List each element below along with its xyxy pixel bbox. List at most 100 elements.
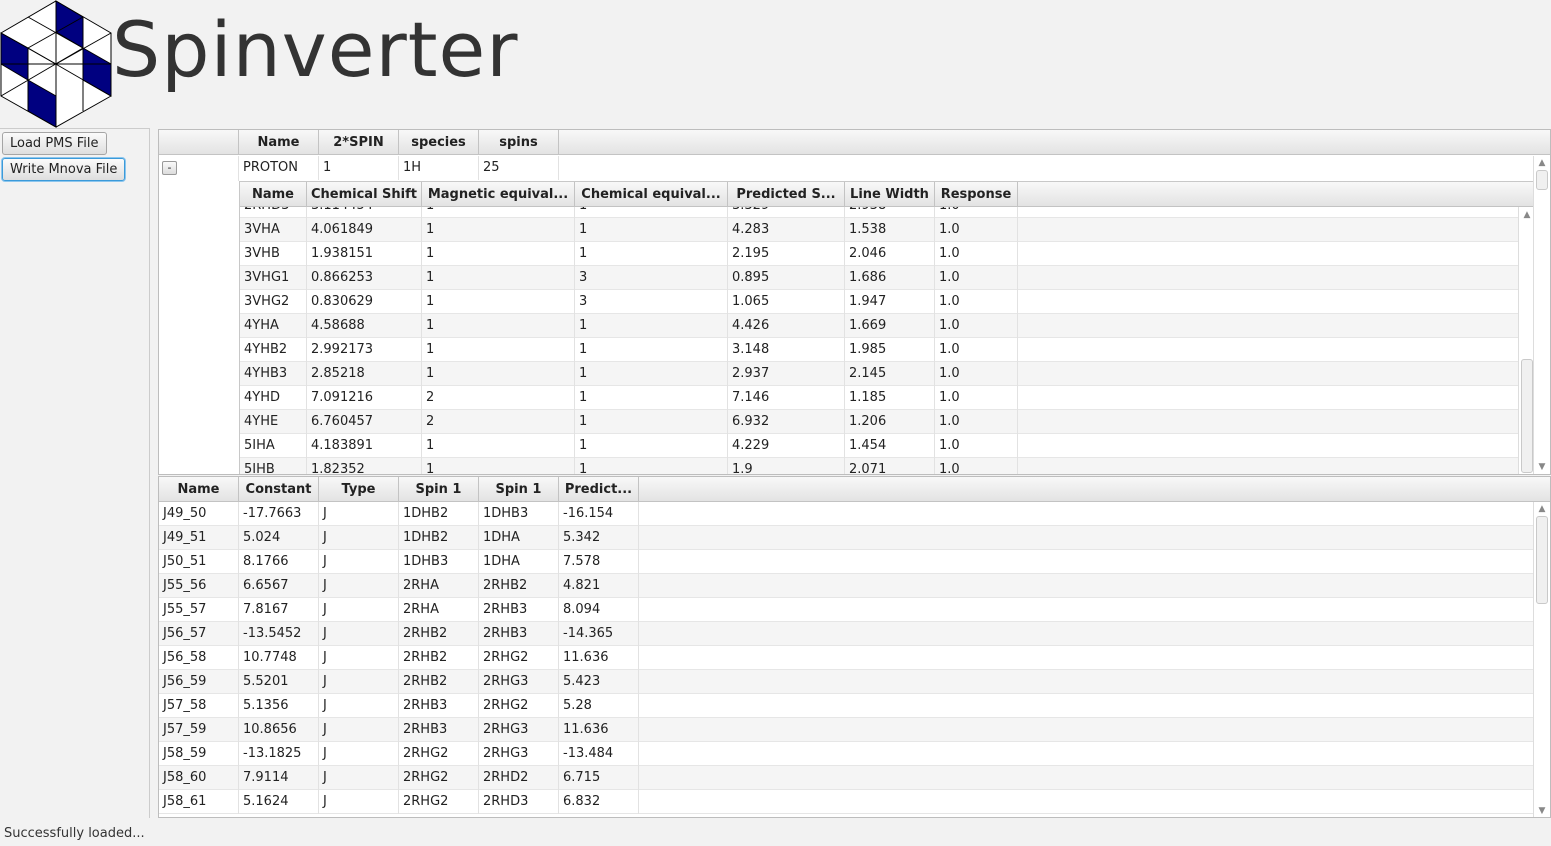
couplings-scroll-thumb[interactable] [1536, 516, 1548, 604]
coupling-row[interactable]: J56_57 -13.5452 J 2RHB2 2RHB3 -14.365 [159, 622, 1533, 646]
table-cell: 1DHB3 [399, 550, 479, 574]
table-cell: 5.28 [559, 694, 639, 718]
table-cell: 2RHB3 [399, 718, 479, 742]
scroll-up-arrow-icon[interactable]: ▲ [1534, 503, 1550, 515]
column-header-predicted[interactable]: Predict... [559, 477, 639, 502]
table-cell: 4.58688 [307, 314, 422, 338]
table-cell: 3 [575, 290, 728, 314]
coupling-row[interactable]: J57_58 5.1356 J 2RHB3 2RHG2 5.28 [159, 694, 1533, 718]
left-panel: Load PMS File Write Mnova File [0, 128, 150, 818]
coupling-row[interactable]: J58_59 -13.1825 J 2RHG2 2RHG3 -13.484 [159, 742, 1533, 766]
table-cell: 1.938151 [307, 242, 422, 266]
coupling-row[interactable]: J58_60 7.9114 J 2RHG2 2RHD2 6.715 [159, 766, 1533, 790]
column-header-chemical-shift[interactable]: Chemical Shift [307, 182, 422, 207]
table-cell: 5IHB [240, 458, 307, 474]
species-table: Name 2*SPIN species spins - PROTON 1 1H … [158, 129, 1551, 475]
couplings-table-body[interactable]: J49_50 -17.7663 J 1DHB2 1DHB3 -16.154 J49_51 5.… [159, 502, 1533, 817]
table-cell: 1.0 [935, 266, 1018, 290]
column-header-predicted-shift[interactable]: Predicted S... [728, 182, 845, 207]
column-header-spin-b[interactable]: Spin 1 [479, 477, 559, 502]
spin-row[interactable]: 5IHA 4.183891 1 1 4.229 1.454 1.0 [240, 434, 1518, 458]
column-header-line-width[interactable]: Line Width [845, 182, 935, 207]
table-cell: 4YHB2 [240, 338, 307, 362]
table-cell: J [319, 598, 399, 622]
table-cell: 5.423 [559, 670, 639, 694]
table-cell: 1.9 [728, 458, 845, 474]
spin-row[interactable]: 4YHB2 2.992173 1 1 3.148 1.985 1.0 [240, 338, 1518, 362]
spins-table-body[interactable]: 2RHD33.114454113.3292.9381.03VHA4.061849… [240, 207, 1518, 474]
status-bar: Successfully loaded... [4, 826, 145, 841]
spin-row[interactable]: 3VHG1 0.866253 1 3 0.895 1.686 1.0 [240, 266, 1518, 290]
table-cell: 3.148 [728, 338, 845, 362]
spin-row[interactable]: 4YHA 4.58688 1 1 4.426 1.669 1.0 [240, 314, 1518, 338]
table-cell: 5.342 [559, 526, 639, 550]
table-cell: J [319, 766, 399, 790]
table-cell: 0.830629 [307, 290, 422, 314]
table-cell: 1 [575, 314, 728, 338]
spin-row[interactable]: 4YHB3 2.85218 1 1 2.937 2.145 1.0 [240, 362, 1518, 386]
column-header-magnetic-equivalence[interactable]: Magnetic equival... [422, 182, 575, 207]
column-header-name[interactable]: Name [239, 130, 319, 155]
table-cell: 6.832 [559, 790, 639, 814]
table-cell: 1 [575, 410, 728, 434]
table-cell: 2RHA [399, 598, 479, 622]
coupling-row[interactable]: J50_51 8.1766 J 1DHB3 1DHA 7.578 [159, 550, 1533, 574]
table-cell: 2RHB2 [479, 574, 559, 598]
coupling-row[interactable]: J49_51 5.024 J 1DHB2 1DHA 5.342 [159, 526, 1533, 550]
table-cell: 2.195 [728, 242, 845, 266]
table-cell: 1 [575, 386, 728, 410]
couplings-table-scrollbar[interactable]: ▲ ▼ [1533, 502, 1550, 817]
table-cell: J58_60 [159, 766, 239, 790]
column-header-name[interactable]: Name [240, 182, 307, 207]
column-header-chemical-equivalence[interactable]: Chemical equival... [575, 182, 728, 207]
coupling-row[interactable]: J57_59 10.8656 J 2RHB3 2RHG3 11.636 [159, 718, 1533, 742]
species-row[interactable]: - PROTON 1 1H 25 [159, 156, 1535, 181]
table-cell: 1DHB3 [479, 502, 559, 526]
spin-row[interactable]: 4YHE 6.760457 2 1 6.932 1.206 1.0 [240, 410, 1518, 434]
species-scroll-thumb[interactable] [1536, 170, 1548, 190]
column-header-spins[interactable]: spins [479, 130, 559, 155]
vertical-splitter[interactable] [150, 128, 158, 818]
table-cell: J [319, 574, 399, 598]
coupling-row[interactable]: J56_59 5.5201 J 2RHB2 2RHG3 5.423 [159, 670, 1533, 694]
table-cell: 4YHB3 [240, 362, 307, 386]
spin-row[interactable]: 4YHD 7.091216 2 1 7.146 1.185 1.0 [240, 386, 1518, 410]
table-cell: 3.114454 [307, 207, 422, 218]
table-cell: J57_59 [159, 718, 239, 742]
column-header-constant[interactable]: Constant [239, 477, 319, 502]
spin-row[interactable]: 3VHA 4.061849 1 1 4.283 1.538 1.0 [240, 218, 1518, 242]
scroll-down-arrow-icon[interactable]: ▼ [1534, 805, 1550, 817]
collapse-toggle-button[interactable]: - [162, 161, 177, 175]
couplings-table-header: Name Constant Type Spin 1 Spin 1 Predict… [159, 477, 1550, 502]
spin-row[interactable]: 2RHD33.114454113.3292.9381.0 [240, 207, 1518, 218]
table-cell: 1 [575, 218, 728, 242]
spin-row[interactable]: 5IHB 1.82352 1 1 1.9 2.071 1.0 [240, 458, 1518, 474]
coupling-row[interactable]: J49_50 -17.7663 J 1DHB2 1DHB3 -16.154 [159, 502, 1533, 526]
column-header-type[interactable]: Type [319, 477, 399, 502]
scroll-up-arrow-icon[interactable]: ▲ [1534, 157, 1550, 169]
column-header-name[interactable]: Name [159, 477, 239, 502]
table-cell: 1.538 [845, 218, 935, 242]
column-header-2spin[interactable]: 2*SPIN [319, 130, 399, 155]
table-cell: 1.065 [728, 290, 845, 314]
spin-row[interactable]: 3VHG2 0.830629 1 3 1.065 1.947 1.0 [240, 290, 1518, 314]
load-pms-file-button[interactable]: Load PMS File [2, 132, 107, 155]
species-table-scrollbar[interactable]: ▲ ▼ [1533, 156, 1550, 474]
write-mnova-file-button[interactable]: Write Mnova File [2, 158, 126, 181]
table-cell: 1.185 [845, 386, 935, 410]
table-cell: 4.821 [559, 574, 639, 598]
coupling-row[interactable]: J58_61 5.1624 J 2RHG2 2RHD3 6.832 [159, 790, 1533, 814]
table-cell: 5.1356 [239, 694, 319, 718]
spins-scroll-thumb[interactable] [1521, 359, 1533, 473]
spin-row[interactable]: 3VHB 1.938151 1 1 2.195 2.046 1.0 [240, 242, 1518, 266]
coupling-row[interactable]: J55_56 6.6567 J 2RHA 2RHB2 4.821 [159, 574, 1533, 598]
scroll-down-arrow-icon[interactable]: ▼ [1534, 461, 1550, 473]
column-header-response[interactable]: Response [935, 182, 1018, 207]
coupling-row[interactable]: J55_57 7.8167 J 2RHA 2RHB3 8.094 [159, 598, 1533, 622]
coupling-row[interactable]: J56_58 10.7748 J 2RHB2 2RHG2 11.636 [159, 646, 1533, 670]
table-cell: 10.7748 [239, 646, 319, 670]
table-cell: J [319, 694, 399, 718]
table-cell: 2.992173 [307, 338, 422, 362]
column-header-species[interactable]: species [399, 130, 479, 155]
column-header-spin-a[interactable]: Spin 1 [399, 477, 479, 502]
